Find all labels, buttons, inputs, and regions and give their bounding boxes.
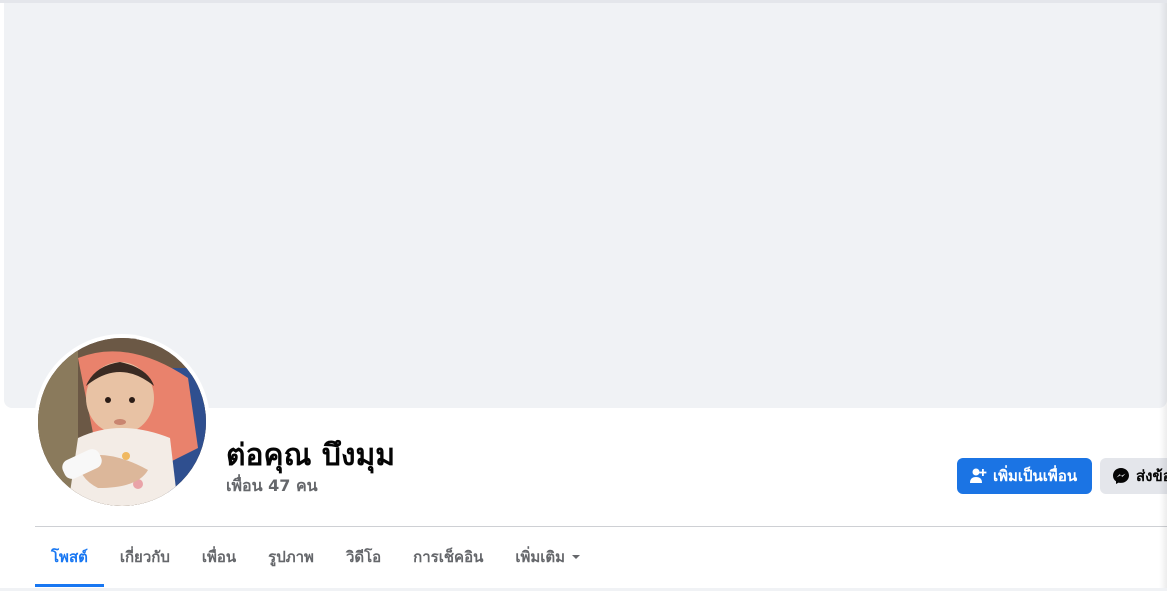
tab-about[interactable]: เกี่ยวกับ: [104, 527, 186, 587]
tab-label: รูปภาพ: [268, 548, 314, 566]
tab-videos[interactable]: วิดีโอ: [330, 527, 397, 587]
friends-count[interactable]: เพื่อน 47 คน: [226, 474, 318, 499]
cover-photo[interactable]: [4, 3, 1167, 408]
tab-label: เพิ่มเติม: [515, 548, 566, 566]
tab-label: เพื่อน: [201, 548, 237, 566]
caret-down-icon: [571, 553, 581, 561]
tab-label: วิดีโอ: [345, 548, 382, 566]
tab-label: เกี่ยวกับ: [119, 548, 170, 566]
tab-label: โพสต์: [51, 548, 88, 566]
tab-photos[interactable]: รูปภาพ: [252, 527, 330, 587]
profile-name: ต่อคุณ บึงมุม: [226, 438, 396, 473]
profile-photo-image: [38, 338, 206, 506]
tab-checkins[interactable]: การเช็คอิน: [397, 527, 499, 587]
page-edge-shadow: [1159, 3, 1167, 591]
add-friend-label: เพิ่มเป็นเพื่อน: [993, 467, 1078, 485]
tab-friends[interactable]: เพื่อน: [186, 527, 252, 587]
messenger-icon: [1112, 467, 1130, 485]
add-friend-button[interactable]: เพิ่มเป็นเพื่อน: [957, 458, 1092, 494]
profile-tabs: โพสต์ เกี่ยวกับ เพื่อน รูปภาพ วิดีโอ การ…: [35, 527, 597, 587]
tab-label: การเช็คอิน: [413, 548, 484, 566]
tab-more[interactable]: เพิ่มเติม: [499, 527, 597, 587]
tab-posts[interactable]: โพสต์: [35, 527, 104, 587]
profile-picture[interactable]: [34, 334, 210, 510]
message-button[interactable]: ส่งข้อความ: [1100, 458, 1167, 494]
person-plus-icon: [969, 467, 987, 485]
